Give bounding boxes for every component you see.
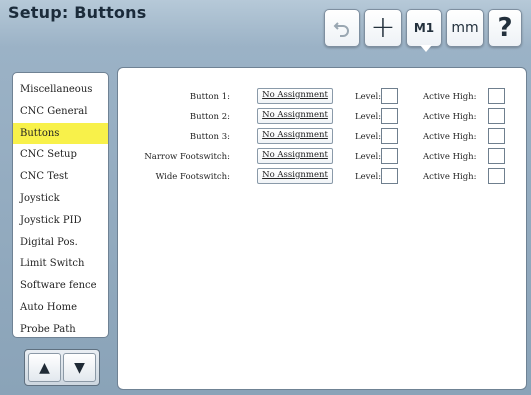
sidebar-item-joystick-pid[interactable]: Joystick PID <box>13 210 108 232</box>
menu-scroll-buttons: ▲ ▼ <box>24 349 100 386</box>
button-setting-row: Button 3: No Assignment Level: Active High: <box>118 127 526 147</box>
active-high-checkbox[interactable] <box>488 88 505 104</box>
button-label: Narrow Footswitch: <box>144 152 230 162</box>
units-label: mm <box>451 20 479 36</box>
level-label: Level: <box>355 172 382 182</box>
button-setting-row: Button 2: No Assignment Level: Active High: <box>118 107 526 127</box>
sidebar-item-digital-pos[interactable]: Digital Pos. <box>13 232 108 254</box>
sidebar-item-limit-switch[interactable]: Limit Switch <box>13 253 108 275</box>
assignment-button[interactable]: No Assignment <box>257 168 333 184</box>
level-checkbox[interactable] <box>381 148 398 164</box>
active-high-label: Active High: <box>423 132 477 142</box>
button-label: Wide Footswitch: <box>155 172 230 182</box>
scroll-down-button[interactable]: ▼ <box>63 353 96 382</box>
button-setting-row: Button 1: No Assignment Level: Active High: <box>118 87 526 107</box>
active-high-label: Active High: <box>423 112 477 122</box>
active-high-label: Active High: <box>423 172 477 182</box>
sidebar-item-cnc-general[interactable]: CNC General <box>13 101 108 123</box>
sidebar-item-cnc-test[interactable]: CNC Test <box>13 166 108 188</box>
buttons-settings-panel: Button 1: No Assignment Level: Active High:… <box>117 67 527 390</box>
m1-label: M1 <box>413 21 435 35</box>
arrow-up-icon: ▲ <box>39 359 50 376</box>
level-checkbox[interactable] <box>381 88 398 104</box>
level-label: Level: <box>355 112 382 122</box>
sidebar-item-buttons[interactable]: Buttons <box>13 122 108 145</box>
arrow-down-icon: ▼ <box>74 359 85 376</box>
button-label: Button 1: <box>189 92 230 102</box>
setup-screen: Setup: Buttons + M1 mm ? Miscellaneous CN… <box>0 0 531 395</box>
sidebar-item-joystick[interactable]: Joystick <box>13 188 108 210</box>
active-high-label: Active High: <box>423 92 477 102</box>
button-setting-row: Wide Footswitch: No Assignment Level: Activ… <box>118 167 526 187</box>
level-checkbox[interactable] <box>381 108 398 124</box>
help-button[interactable]: ? <box>488 9 522 47</box>
assignment-button[interactable]: No Assignment <box>257 108 333 124</box>
help-icon: ? <box>497 13 513 43</box>
level-label: Level: <box>355 132 382 142</box>
level-checkbox[interactable] <box>381 128 398 144</box>
assignment-button[interactable]: No Assignment <box>257 128 333 144</box>
active-high-checkbox[interactable] <box>488 148 505 164</box>
units-button[interactable]: mm <box>446 9 484 47</box>
level-checkbox[interactable] <box>381 168 398 184</box>
active-high-checkbox[interactable] <box>488 168 505 184</box>
active-high-label: Active High: <box>423 152 477 162</box>
plus-icon: + <box>370 10 396 45</box>
sidebar-item-auto-home[interactable]: Auto Home <box>13 297 108 319</box>
button-label: Button 2: <box>189 112 230 122</box>
active-high-checkbox[interactable] <box>488 128 505 144</box>
add-feature-button[interactable]: + <box>364 9 402 47</box>
sidebar-item-miscellaneous[interactable]: Miscellaneous <box>13 79 108 101</box>
button-setting-row: Narrow Footswitch: No Assignment Level: Act… <box>118 147 526 167</box>
undo-icon <box>333 22 349 37</box>
sidebar-item-cnc-setup[interactable]: CNC Setup <box>13 144 108 166</box>
sidebar-item-probe-path[interactable]: Probe Path <box>13 319 108 341</box>
setup-menu: Miscellaneous CNC General Buttons CNC Setup… <box>12 72 109 338</box>
level-label: Level: <box>355 152 382 162</box>
scroll-up-button[interactable]: ▲ <box>28 353 61 382</box>
button-label: Button 3: <box>189 132 230 142</box>
undo-button[interactable] <box>324 9 360 47</box>
sidebar-item-software-fence[interactable]: Software fence <box>13 275 108 297</box>
page-title: Setup: Buttons <box>8 3 147 22</box>
assignment-button[interactable]: No Assignment <box>257 148 333 164</box>
toolbar: + M1 mm ? <box>310 9 524 52</box>
m1-button[interactable]: M1 <box>406 9 442 47</box>
assignment-button[interactable]: No Assignment <box>257 88 333 104</box>
active-high-checkbox[interactable] <box>488 108 505 124</box>
m1-callout-pointer <box>420 45 432 52</box>
level-label: Level: <box>355 92 382 102</box>
